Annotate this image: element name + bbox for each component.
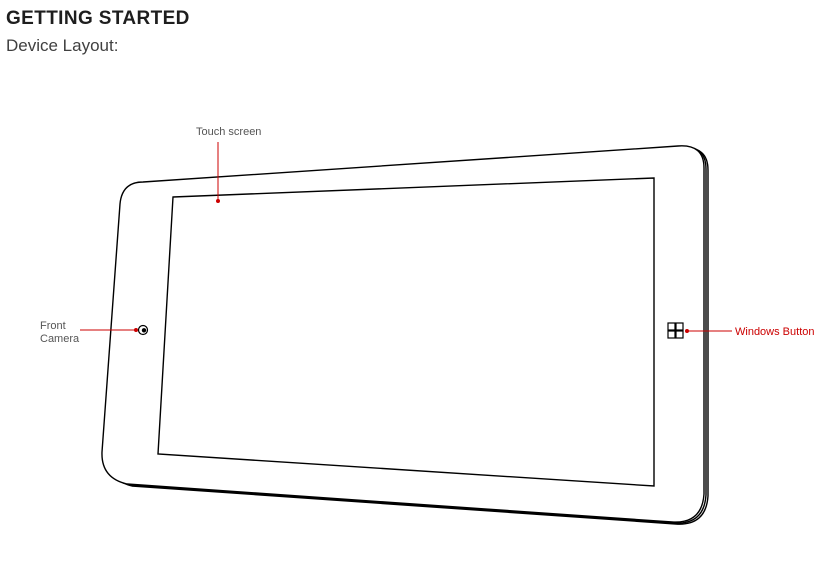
page-title: GETTING STARTED (0, 0, 819, 36)
page-subtitle: Device Layout: (6, 36, 819, 56)
device-diagram: Touch screen Front Camera Windows Button (0, 66, 819, 566)
front-camera-icon (139, 326, 148, 335)
device-illustration (0, 66, 819, 566)
